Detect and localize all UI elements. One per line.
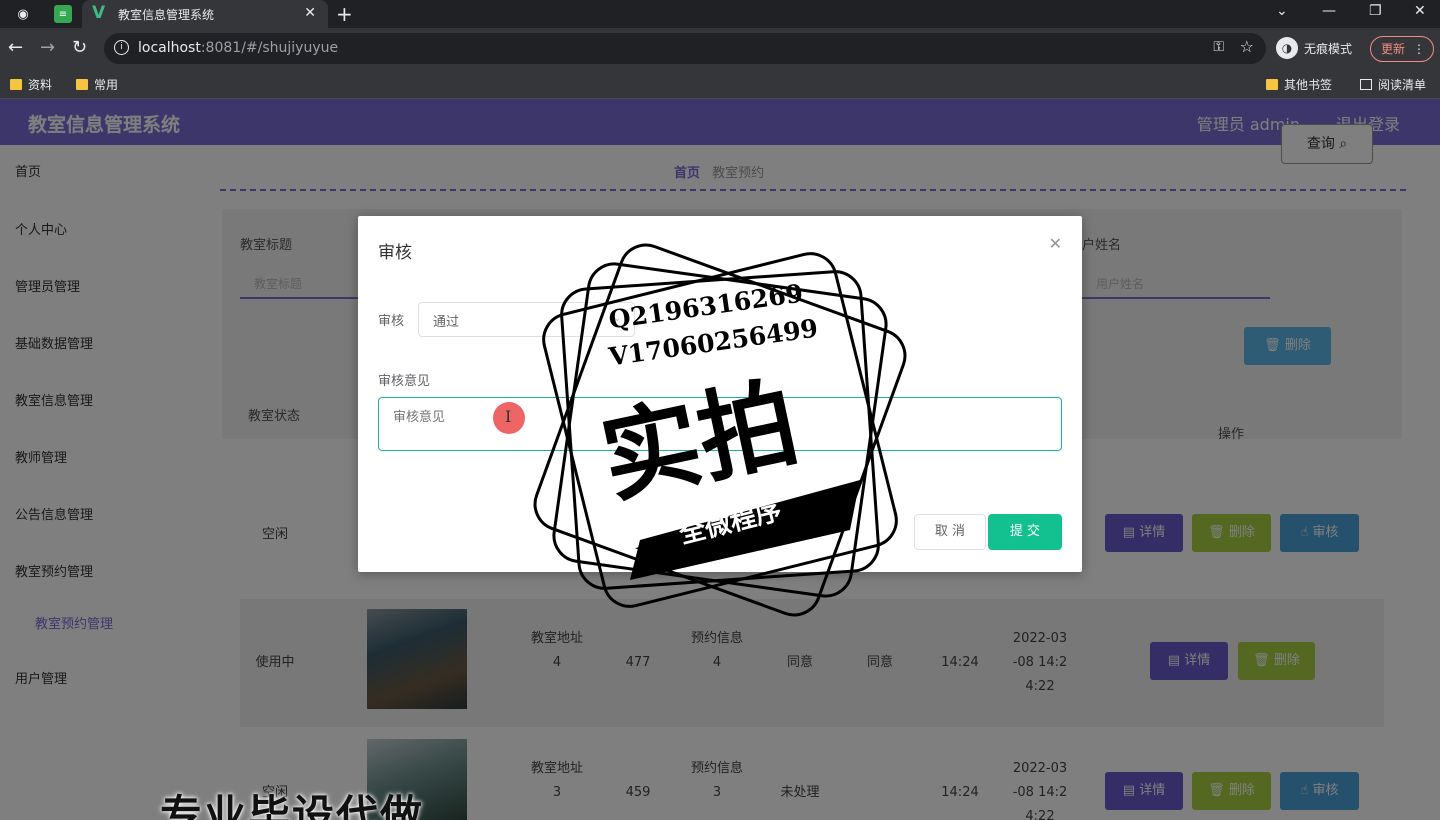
tab-search-chevron-icon[interactable]: ⌄ (1276, 3, 1288, 19)
mouse-cursor-indicator (493, 402, 525, 434)
folder-icon (10, 79, 22, 90)
bookmark-folder-changyong[interactable]: 常用 (76, 76, 118, 93)
vue-logo-icon: V (92, 3, 106, 23)
reading-list[interactable]: 阅读清单 (1360, 76, 1426, 93)
reading-list-icon (1360, 79, 1372, 90)
url-host: localhost (138, 40, 201, 56)
reading-list-label: 阅读清单 (1378, 78, 1427, 92)
audit-select-label: 审核 (378, 314, 405, 329)
chevron-down-icon: ⌄ (612, 311, 622, 324)
incognito-indicator[interactable]: ◑ 无痕模式 (1276, 37, 1352, 59)
forward-button[interactable]: → (40, 37, 55, 58)
bookmark-star-icon[interactable]: ☆ (1240, 37, 1254, 56)
incognito-icon: ◑ (1276, 37, 1298, 59)
browser-toolbar: ← → ↻ i localhost:8081/#/shujiyuyue ⚿ ☆ … (0, 28, 1440, 70)
close-window-button[interactable]: ✕ (1414, 3, 1426, 19)
browser-tab-bar: ◉ ≡ V 教室信息管理系统 ✕ + ⌄ — ❐ ✕ (0, 0, 1440, 28)
update-label: 更新 (1381, 42, 1406, 56)
reload-button[interactable]: ↻ (72, 37, 87, 58)
url-path: :8081/#/shujiyuyue (200, 40, 339, 56)
submit-button[interactable]: 提 交 (988, 514, 1062, 550)
url-text: localhost:8081/#/shujiyuyue (138, 40, 338, 56)
back-button[interactable]: ← (8, 37, 23, 58)
update-button[interactable]: 更新 ⋮ (1370, 36, 1434, 62)
bookmark-label: 常用 (94, 78, 119, 92)
globe-icon[interactable]: ◉ (14, 5, 32, 23)
browser-tab-active[interactable]: V 教室信息管理系统 ✕ (82, 0, 328, 28)
bookmark-label: 资料 (28, 78, 53, 92)
restore-button[interactable]: ❐ (1369, 3, 1382, 19)
new-tab-button[interactable]: + (336, 2, 353, 26)
audit-dialog: 审核 ✕ 审核 通过 ⌄ 审核意见 取 消 提 交 (358, 216, 1082, 572)
folder-icon (76, 79, 88, 90)
site-info-icon[interactable]: i (114, 40, 129, 55)
bookmarks-bar: 资料 常用 其他书签 阅读清单 (0, 70, 1440, 99)
password-key-icon[interactable]: ⚿ (1213, 39, 1224, 55)
more-menu-icon[interactable]: ⋮ (1413, 37, 1425, 61)
bookmark-folder-other[interactable]: 其他书签 (1266, 76, 1332, 93)
bookmark-folder-ziliao[interactable]: 资料 (10, 76, 52, 93)
minimize-button[interactable]: — (1322, 3, 1336, 19)
bookmark-label: 其他书签 (1284, 78, 1333, 92)
folder-icon (1266, 79, 1278, 90)
tab-title: 教室信息管理系统 (118, 8, 215, 22)
sheet-app-icon[interactable]: ≡ (54, 5, 72, 23)
cancel-button[interactable]: 取 消 (914, 514, 986, 550)
incognito-label: 无痕模式 (1304, 41, 1353, 56)
tab-close-icon[interactable]: ✕ (304, 5, 316, 21)
audit-opinion-textarea[interactable] (378, 397, 1062, 451)
promo-overlay-text: 专业毕设代做 (160, 791, 425, 820)
audit-result-select[interactable]: 通过 ⌄ (418, 302, 635, 337)
audit-select-value: 通过 (433, 315, 460, 330)
dialog-close-icon[interactable]: ✕ (1049, 234, 1062, 253)
address-bar[interactable]: i localhost:8081/#/shujiyuyue ⚿ ☆ (104, 33, 1266, 64)
audit-opinion-label: 审核意见 (378, 374, 431, 389)
dialog-title: 审核 (378, 243, 412, 263)
